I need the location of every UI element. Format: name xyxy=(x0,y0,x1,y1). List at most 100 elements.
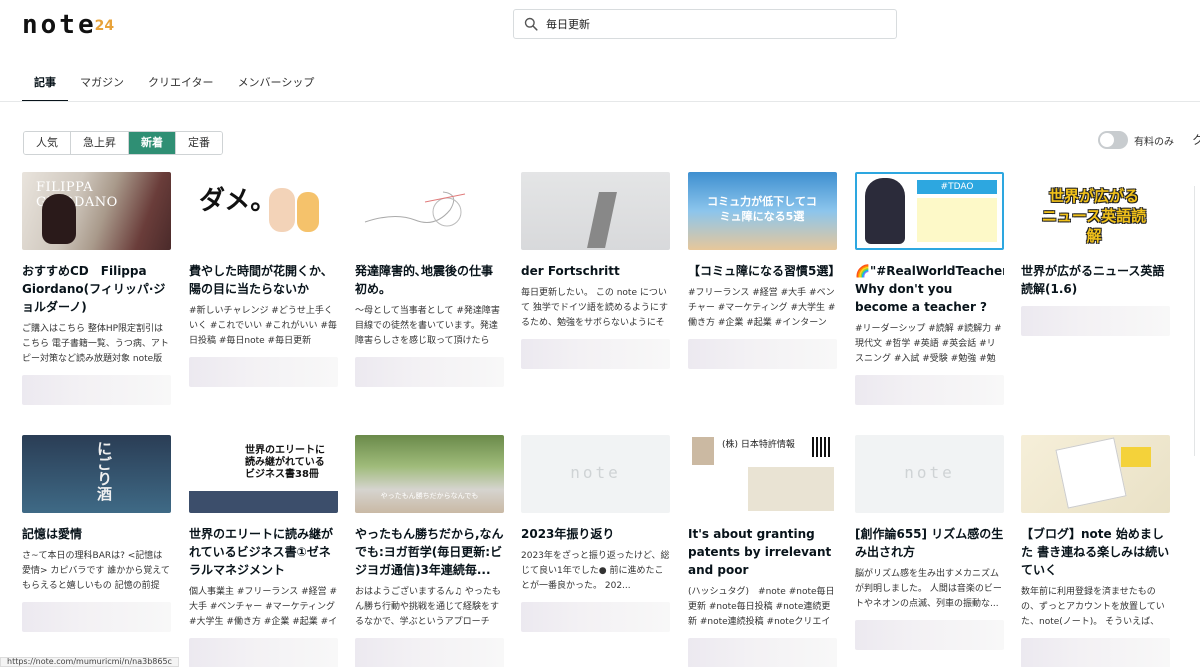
status-bar-url: https://note.com/mumuricmi/n/na3b865c xyxy=(0,657,179,667)
sort-trending-button[interactable]: 急上昇 xyxy=(71,132,129,154)
article-thumbnail[interactable]: 世界が広がる ニュース英語読解 xyxy=(1021,172,1170,250)
search-icon xyxy=(524,17,538,31)
logo-badge: 24 xyxy=(94,18,115,34)
edge-truncated-text: ク xyxy=(1192,133,1200,147)
toggle-switch[interactable] xyxy=(1098,131,1128,149)
article-title[interactable]: 費やした時間が花開くか、陽の目に当たらないか xyxy=(189,262,338,298)
article-card[interactable]: #TDAO 🌈"#RealWorldTeacher" Why don't you… xyxy=(855,172,1004,405)
paid-only-toggle[interactable]: 有料のみ xyxy=(1098,131,1174,149)
article-thumbnail[interactable]: 世界のエリートに 読み継がれている ビジネス書38冊 xyxy=(189,435,338,513)
article-thumbnail[interactable]: note xyxy=(521,435,670,513)
thumbnail-caption: note xyxy=(570,463,621,482)
tab-membership[interactable]: メンバーシップ xyxy=(226,66,327,102)
tab-divider xyxy=(0,101,1200,102)
article-thumbnail[interactable]: やったもん勝ちだからなんでも xyxy=(355,435,504,513)
thumbnail-caption: 世界のエリートに 読み継がれている ビジネス書38冊 xyxy=(245,445,325,480)
thumbnail-caption: 世界が広がる ニュース英語読解 xyxy=(1041,187,1147,245)
article-card[interactable]: 【ブログ】note 始めました 書き連ねる楽しみは続いていく 数年前に利用登録を… xyxy=(1021,435,1170,667)
thumbnail-caption: コミュ力が低下してコミュ障になる5選 xyxy=(707,195,817,223)
author-info-blurred xyxy=(1021,306,1170,336)
thumbnail-caption: ダメ。 xyxy=(199,186,277,216)
article-card[interactable]: note [創作論655] リズム感の生み出され方 脳がリズム感を生み出すメカニ… xyxy=(855,435,1004,650)
article-thumbnail[interactable]: ダメ。 xyxy=(189,172,338,250)
thumbnail-banner xyxy=(189,491,338,513)
author-info-blurred xyxy=(855,375,1004,405)
article-hashtags: #リーダーシップ #読解 #読解力 #現代文 #哲学 #英語 #英会話 #リスニ… xyxy=(855,324,1002,364)
article-card[interactable]: にごり酒 記憶は愛情 さ~て本日の理科BARは? <記憶は愛情> カピバラです … xyxy=(22,435,171,632)
right-sidebar-edge xyxy=(1194,186,1200,456)
content-tabs: 記事 マガジン クリエイター メンバーシップ xyxy=(22,66,326,102)
article-thumbnail[interactable] xyxy=(355,172,504,250)
qr-code-icon xyxy=(812,437,832,457)
sort-classic-button[interactable]: 定番 xyxy=(176,132,222,154)
author-info-blurred xyxy=(189,638,338,667)
article-hashtags: #フリーランス #経営 #大手 #ベンチャー #マーケティング #大学生 #働き… xyxy=(688,288,836,328)
thumbnail-figure xyxy=(42,194,76,244)
note-logo[interactable]: note 24 xyxy=(22,10,114,40)
article-title[interactable]: der Fortschritt xyxy=(521,262,670,280)
article-card[interactable]: ダメ。 費やした時間が花開くか、陽の目に当たらないか #新しいチャレンジ #どう… xyxy=(189,172,338,387)
article-title[interactable]: 2023年振り返り xyxy=(521,525,670,543)
article-title[interactable]: It's about granting patents by irrelevan… xyxy=(688,525,837,579)
article-title[interactable]: おすすめCD Filippa Giordano(フィリッパ·ジョルダーノ) xyxy=(22,262,171,316)
article-excerpt: 数年前に利用登録を済ませたものの、ずっとアカウントを放置していた、note(ノー… xyxy=(1021,587,1165,627)
tab-creators[interactable]: クリエイター xyxy=(136,66,226,102)
article-card[interactable]: やったもん勝ちだからなんでも やったもん勝ちだから,なんでも:ヨガ哲学(毎日更新… xyxy=(355,435,504,667)
article-thumbnail[interactable] xyxy=(1021,435,1170,513)
article-thumbnail[interactable]: FILIPPA GIORDANO xyxy=(22,172,171,250)
thumbnail-sketch xyxy=(364,191,466,227)
author-info-blurred xyxy=(22,375,171,405)
article-thumbnail[interactable] xyxy=(521,172,670,250)
thumbnail-caption: にごり酒 xyxy=(95,441,113,501)
article-card[interactable]: note 2023年振り返り 2023年をざっと振り返ったけど、総じて良い1年で… xyxy=(521,435,670,632)
article-excerpt: 2023年をざっと振り返ったけど、総じて良い1年でした● 前に進めたことが一番良… xyxy=(521,551,670,591)
tab-magazines[interactable]: マガジン xyxy=(68,66,136,102)
search-box[interactable] xyxy=(513,9,897,39)
article-card[interactable]: der Fortschritt 毎日更新したい。 この note について 独学… xyxy=(521,172,670,369)
author-info-blurred xyxy=(855,620,1004,650)
article-card[interactable]: 世界が広がる ニュース英語読解 世界が広がるニュース英語読解(1.6) xyxy=(1021,172,1170,336)
article-card[interactable]: 発達障害的､地震後の仕事初め。 ～母として当事者として #発達障害目線での徒然を… xyxy=(355,172,504,387)
article-title[interactable]: 発達障害的､地震後の仕事初め。 xyxy=(355,262,504,298)
article-excerpt: ご購入はこちら 整体HP限定割引はこちら 電子書籍一覧、うつ病、アトピー対策など… xyxy=(22,324,169,364)
thumbnail-caption: (株) 日本特許情報 xyxy=(722,440,795,450)
article-title[interactable]: 世界が広がるニュース英語読解(1.6) xyxy=(1021,262,1170,298)
author-info-blurred xyxy=(521,339,670,369)
thumbnail-shape xyxy=(587,192,617,248)
article-title[interactable]: [創作論655] リズム感の生み出され方 xyxy=(855,525,1004,561)
thumbnail-caption: やったもん勝ちだからなんでも xyxy=(380,492,479,500)
author-info-blurred xyxy=(688,339,837,369)
sort-newest-button[interactable]: 新着 xyxy=(129,132,176,154)
article-card[interactable]: (株) 日本特許情報 It's about granting patents b… xyxy=(688,435,837,667)
thumbnail-figure xyxy=(297,192,319,232)
thumbnail-figure xyxy=(269,188,295,232)
tab-articles[interactable]: 記事 xyxy=(22,66,68,102)
article-card[interactable]: コミュ力が低下してコミュ障になる5選 【コミュ障になる習慣5選】 #フリーランス… xyxy=(688,172,837,369)
article-title[interactable]: 🌈"#RealWorldTeacher" Why don't you becom… xyxy=(855,262,1004,316)
author-info-blurred xyxy=(189,357,338,387)
article-card[interactable]: FILIPPA GIORDANO おすすめCD Filippa Giordano… xyxy=(22,172,171,405)
article-thumbnail[interactable]: #TDAO xyxy=(855,172,1004,250)
thumbnail-caption: note xyxy=(904,463,955,482)
article-excerpt: さ~て本日の理科BARは? <記憶は愛情> カピバラです 誰かから覚えてもらえる… xyxy=(22,551,170,591)
article-thumbnail[interactable]: コミュ力が低下してコミュ障になる5選 xyxy=(688,172,837,250)
sort-popular-button[interactable]: 人気 xyxy=(24,132,71,154)
paid-only-label: 有料のみ xyxy=(1134,136,1174,148)
article-title[interactable]: 【ブログ】note 始めました 書き連ねる楽しみは続いていく xyxy=(1021,525,1170,579)
article-thumbnail[interactable]: にごり酒 xyxy=(22,435,171,513)
thumbnail-figure xyxy=(865,178,905,244)
article-card[interactable]: 世界のエリートに 読み継がれている ビジネス書38冊 世界のエリートに読み継がれ… xyxy=(189,435,338,667)
author-info-blurred xyxy=(521,602,670,632)
article-thumbnail[interactable]: note xyxy=(855,435,1004,513)
article-excerpt: 脳がリズム感を生み出すメカニズムが判明しました。 人間は音楽のビートやネオンの点… xyxy=(855,569,1002,609)
article-excerpt: おはようございまするん♫ やったもん勝ち行動や挑戦を通じて経験をするなかで、学ぶ… xyxy=(355,587,501,627)
article-title[interactable]: 世界のエリートに読み継がれているビジネス書①ゼネラルマネジメント xyxy=(189,525,338,579)
article-title[interactable]: 記憶は愛情 xyxy=(22,525,171,543)
search-input[interactable] xyxy=(546,17,866,31)
article-thumbnail[interactable]: (株) 日本特許情報 xyxy=(688,435,837,513)
thumbnail-panel xyxy=(917,198,997,242)
thumbnail-shape xyxy=(1121,447,1151,467)
article-excerpt: ～母として当事者として #発達障害目線での徒然を書いています。発達障害らしさを感… xyxy=(355,306,500,346)
article-title[interactable]: 【コミュ障になる習慣5選】 xyxy=(688,262,837,280)
article-title[interactable]: やったもん勝ちだから,なんでも:ヨガ哲学(毎日更新:ビジヨガ通信)3年連続毎..… xyxy=(355,525,504,579)
